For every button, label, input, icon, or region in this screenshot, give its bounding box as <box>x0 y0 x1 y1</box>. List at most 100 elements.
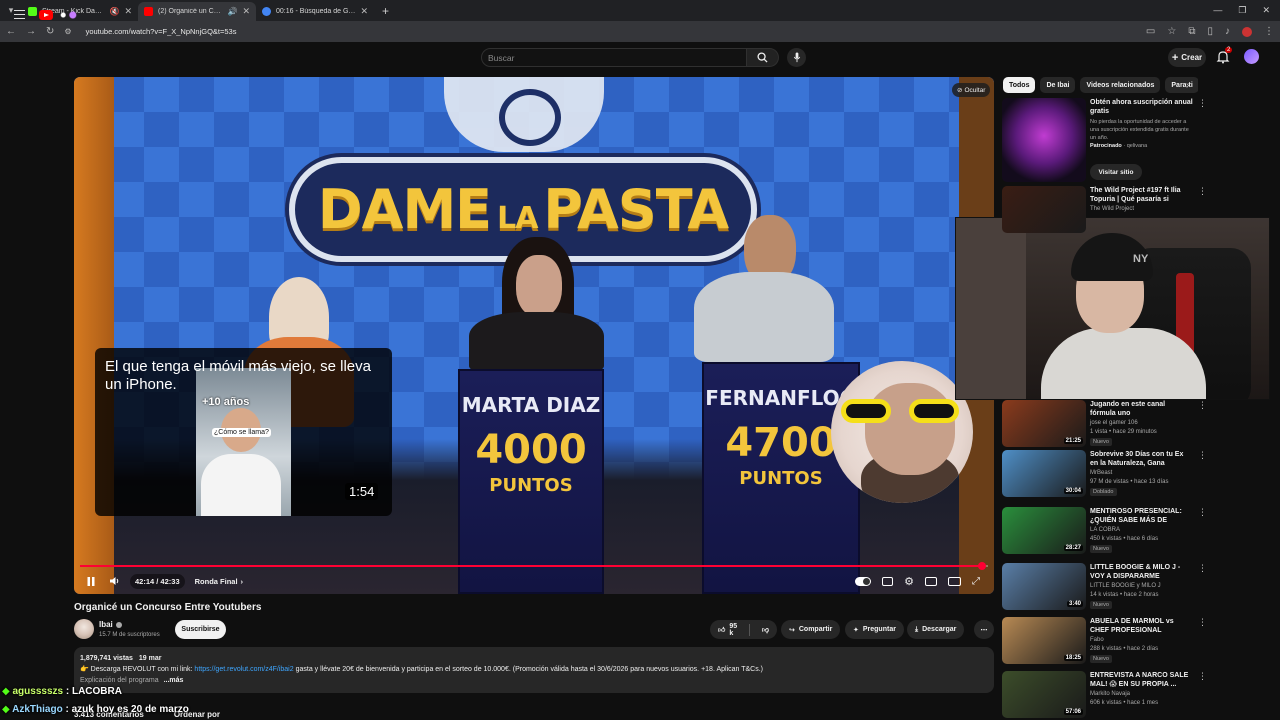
search-button[interactable] <box>747 48 779 67</box>
close-tab-icon[interactable]: ✕ <box>360 6 368 17</box>
seek-bar-played <box>80 565 982 567</box>
youtube-logo-icon[interactable] <box>39 10 53 20</box>
advertiser-name: qelivana <box>1126 143 1148 149</box>
related-video-title: LITTLE BOOGIE & MILO J - VOY A DISPARARM… <box>1090 564 1181 580</box>
profile-avatar[interactable] <box>1242 26 1252 37</box>
channel-avatar[interactable] <box>74 619 94 639</box>
share-button[interactable]: ↪ Compartir <box>781 620 841 639</box>
address-bar-row: ← → ↻ ⚙ youtube.com/watch?v=F_X_NpNnjGQ&… <box>0 21 1280 42</box>
ad-text: Obtén ahora suscripción anual gratis No … <box>1090 98 1195 149</box>
volume-icon <box>110 577 119 585</box>
video-duration: 57:06 <box>1063 709 1083 715</box>
related-video-item[interactable]: 18:25 ABUELA DE MARMOL vs CHEF PROFESIONA… <box>1002 617 1262 667</box>
minimize-icon[interactable]: — <box>1213 5 1222 16</box>
streamer-webcam: NY <box>955 217 1270 400</box>
related-video-item[interactable]: 3:40 LITTLE BOOGIE & MILO J - VOY A DISPA… <box>1002 563 1262 613</box>
related-video-item[interactable]: 21:25 Jugando en este canal fórmula uno jo… <box>1002 400 1262 450</box>
chip-from-ibai[interactable]: De Ibai <box>1040 77 1076 93</box>
browser-menu-icon[interactable]: ⋮ <box>1264 26 1274 37</box>
seek-handle[interactable] <box>977 562 986 570</box>
sidepanel-icon[interactable]: ▯ <box>1207 26 1213 37</box>
menu-icon[interactable] <box>14 10 25 19</box>
more-vertical-icon[interactable]: ⋮ <box>1198 400 1207 411</box>
more-vertical-icon[interactable]: ⋮ <box>1198 450 1207 461</box>
audio-playing-icon[interactable]: 🔊 <box>227 7 237 16</box>
hide-overlay-button[interactable]: ⊘ Ocultar <box>952 83 991 97</box>
extensions-icon[interactable]: ⧉ <box>1188 26 1195 37</box>
pause-button[interactable] <box>82 572 100 590</box>
cast-icon[interactable]: ▭ <box>1146 26 1155 37</box>
browser-tab-youtube[interactable]: (2) Organicé un Concurso E 🔊 ✕ <box>138 2 256 21</box>
related-video-item[interactable]: The Wild Project #197 ft Ilia Topuria | … <box>1002 186 1262 236</box>
search-input[interactable]: Buscar <box>481 48 747 67</box>
chapter-label: Ronda Final <box>194 576 238 586</box>
back-icon[interactable]: ← <box>6 26 16 37</box>
sign-word: LA <box>497 201 538 236</box>
miniplayer-icon[interactable] <box>925 576 937 586</box>
related-video-views: 1 vista • hace 29 minutos <box>1090 429 1157 435</box>
hide-label: Ocultar <box>964 86 986 94</box>
media-icon[interactable]: ♪ <box>1225 26 1230 37</box>
sponsored-label: Patrocinado <box>1090 143 1122 149</box>
more-vertical-icon[interactable]: ⋮ <box>1198 617 1207 628</box>
close-tab-icon[interactable]: ✕ <box>242 6 250 17</box>
player-controls-right: ⚙ ⤢ <box>855 575 994 588</box>
seek-bar[interactable] <box>80 562 988 570</box>
new-tab-icon[interactable]: + <box>374 4 397 18</box>
like-button[interactable]: 👍︎ 95 k <box>710 620 745 639</box>
chat-text: azuk hoy es 20 de marzo <box>71 704 189 715</box>
download-button[interactable]: ⤓ Descargar <box>907 620 965 639</box>
ask-button[interactable]: ✦ Preguntar <box>845 620 904 639</box>
more-vertical-icon[interactable]: ⋮ <box>1198 98 1207 109</box>
revolut-link[interactable]: https://get.revolut.com/z4F/ibai2 <box>194 666 293 673</box>
subscribe-button[interactable]: Suscribirse <box>175 620 226 639</box>
reload-icon[interactable]: ↻ <box>46 26 54 37</box>
more-vertical-icon[interactable]: ⋮ <box>1198 563 1207 574</box>
browser-tab-google[interactable]: 00:16 - Búsqueda de Google ✕ <box>256 2 374 21</box>
related-video-item[interactable]: 57:06 ENTREVISTA A NARCO SALE MAL! 😱 EN S… <box>1002 671 1262 720</box>
chip-related[interactable]: Videos relacionados <box>1080 77 1161 93</box>
lens-right <box>909 399 959 423</box>
chat-badge-icon: ◆ <box>2 704 10 715</box>
site-info-icon[interactable]: ⚙ <box>64 27 71 36</box>
video-player[interactable]: DAME LA PASTA MARTA DIAZ 4000 PUNTOS FERNA… <box>74 77 994 594</box>
close-tab-icon[interactable]: ✕ <box>124 6 132 17</box>
voice-search-button[interactable] <box>787 48 806 67</box>
podium-score: 4000 <box>475 427 587 473</box>
subscriber-count: 15.7 M de suscriptores <box>99 632 160 638</box>
volume-button[interactable] <box>106 572 124 590</box>
ad-title: Obtén ahora suscripción anual gratis <box>1090 99 1193 115</box>
bookmark-star-icon[interactable]: ☆ <box>1167 26 1176 37</box>
more-horizontal-icon: ⋯ <box>980 626 988 634</box>
subtitles-icon[interactable] <box>882 576 894 586</box>
chip-all[interactable]: Todos <box>1003 77 1036 93</box>
video-description[interactable]: 1,879,741 vistas 19 mar 👉 Descarga REVOL… <box>74 647 994 693</box>
chip-for-you[interactable]: Para ti <box>1165 77 1198 93</box>
show-more-link[interactable]: ...más <box>164 677 184 684</box>
chevron-right-icon[interactable]: › <box>1186 80 1189 91</box>
close-window-icon[interactable]: ✕ <box>1262 5 1270 16</box>
more-vertical-icon[interactable]: ⋮ <box>1198 507 1207 518</box>
end-screen-video-card[interactable]: El que tenga el móvil más viejo, se llev… <box>95 348 392 516</box>
related-video-item[interactable]: 30:04 Sobrevive 30 Días con tu Ex en la N… <box>1002 450 1262 500</box>
theater-mode-icon[interactable] <box>948 576 961 586</box>
channel-name[interactable]: Ibai <box>99 620 122 629</box>
chapter-button[interactable]: Ronda Final › <box>195 577 243 586</box>
cap-logo: NY <box>1133 253 1149 265</box>
sponsored-ad[interactable]: Obtén ahora suscripción anual gratis No … <box>1002 98 1262 184</box>
fullscreen-icon[interactable]: ⤢ <box>972 576 980 587</box>
url-field[interactable]: youtube.com/watch?v=F_X_NpNnjGQ&t=53s <box>86 27 237 36</box>
muted-audio-icon[interactable]: 🔇 <box>109 7 119 16</box>
account-avatar[interactable] <box>1244 49 1259 64</box>
more-actions-button[interactable]: ⋯ <box>974 620 994 639</box>
forward-icon[interactable]: → <box>26 26 36 37</box>
restore-icon[interactable]: ❐ <box>1238 5 1246 16</box>
related-video-item[interactable]: 28:27 MENTIROSO PRESENCIAL: ¿QUIÉN SABE M… <box>1002 507 1262 557</box>
more-vertical-icon[interactable]: ⋮ <box>1198 671 1207 682</box>
autoplay-toggle[interactable] <box>855 576 872 586</box>
dislike-button[interactable]: 👎︎ <box>754 620 777 639</box>
settings-gear-icon[interactable]: ⚙ <box>904 575 914 588</box>
visit-site-button[interactable]: Visitar sitio <box>1090 164 1142 180</box>
more-vertical-icon[interactable]: ⋮ <box>1198 186 1207 197</box>
create-button[interactable]: + Crear <box>1168 48 1206 67</box>
